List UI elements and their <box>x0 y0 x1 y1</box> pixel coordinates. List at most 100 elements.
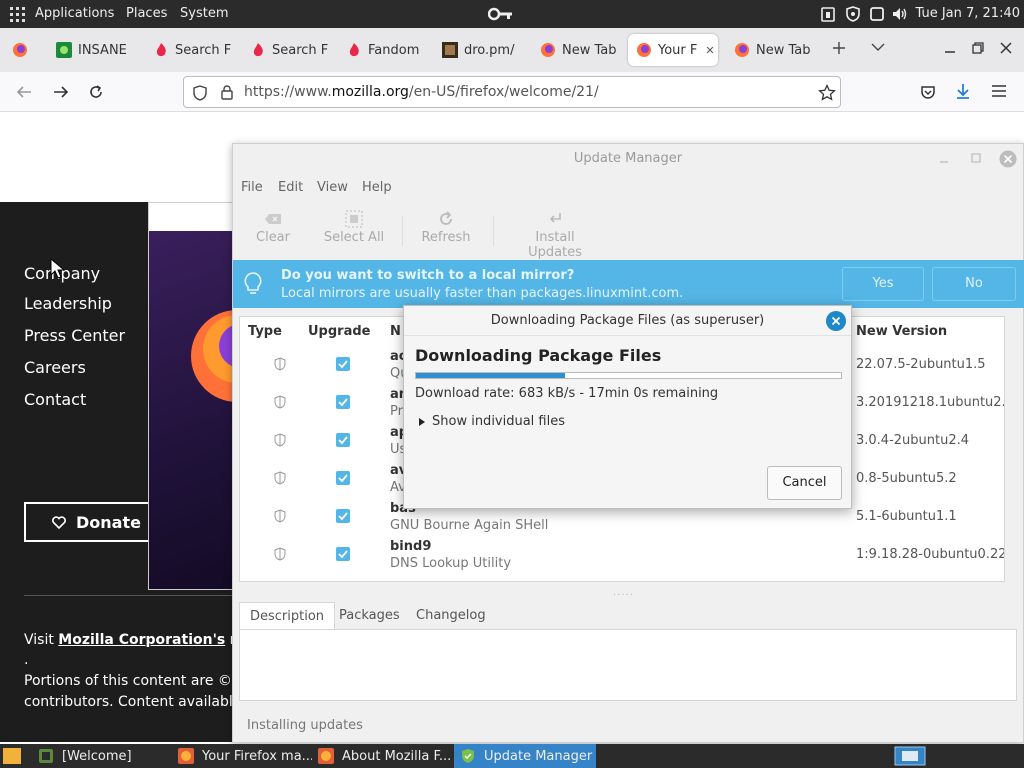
donate-button[interactable]: Donate <box>24 502 154 542</box>
close-icon[interactable] <box>826 311 846 331</box>
chevron-down-icon[interactable] <box>871 42 885 52</box>
cancel-button[interactable]: Cancel <box>767 466 842 500</box>
yes-button[interactable]: Yes <box>842 267 924 301</box>
tracking-shield-icon[interactable] <box>192 85 208 101</box>
url-text[interactable]: https://www.mozilla.org/en-US/firefox/we… <box>244 84 599 100</box>
column-new-version[interactable]: New Version <box>856 317 947 347</box>
refresh-button[interactable]: Refresh <box>417 208 475 245</box>
forward-icon[interactable] <box>52 84 70 100</box>
reload-icon[interactable] <box>88 84 104 100</box>
maximize-icon[interactable] <box>971 153 981 163</box>
bookmark-star-icon[interactable] <box>818 84 836 102</box>
tab-search-1[interactable]: Search F <box>145 34 231 66</box>
menu-edit[interactable]: Edit <box>278 180 303 195</box>
select-all-button[interactable]: Select All <box>319 208 389 245</box>
upgrade-checkbox[interactable] <box>336 433 350 447</box>
pane-splitter-handle[interactable]: ····· <box>613 590 634 601</box>
package-name: bind9 <box>390 539 432 554</box>
package-version: 3.0.4-2ubuntu2.4 <box>856 433 970 448</box>
taskbar-item-update-manager[interactable]: Update Manager <box>454 744 596 768</box>
link-contact[interactable]: Contact <box>24 390 86 409</box>
menu-file[interactable]: File <box>241 180 263 195</box>
tab-packages[interactable]: Packages <box>329 602 410 630</box>
tab-new-2[interactable]: New Tab <box>726 34 816 66</box>
tab-insane[interactable]: INSANE <box>48 34 134 66</box>
package-version: 0.8-5ubuntu5.2 <box>856 471 957 486</box>
close-window-icon[interactable] <box>1000 42 1012 54</box>
key-icon[interactable] <box>488 6 514 22</box>
table-row[interactable]: bind9 DNS Lookup Utility 1:9.18.28-0ubun… <box>240 537 1004 575</box>
clipboard-icon[interactable] <box>820 6 836 22</box>
link-careers[interactable]: Careers <box>24 358 86 377</box>
minimize-icon[interactable] <box>944 42 956 54</box>
window-icon[interactable] <box>869 6 885 22</box>
close-icon[interactable] <box>999 150 1017 168</box>
tab-pinned[interactable] <box>4 34 40 66</box>
taskbar-item-about-mozilla[interactable]: About Mozilla F... <box>310 744 454 768</box>
toolbar-separator <box>493 216 494 246</box>
show-desktop-icon[interactable] <box>2 746 22 766</box>
taskbar-label: Your Firefox ma... <box>202 748 312 764</box>
tab-label: New Tab <box>562 42 617 58</box>
taskbar-item-firefox[interactable]: Your Firefox ma... <box>170 744 312 768</box>
refresh-icon <box>417 208 475 230</box>
tab-search-2[interactable]: Search F <box>242 34 328 66</box>
menu-system[interactable]: System <box>180 0 228 28</box>
tab-dro-pm[interactable]: dro.pm/ <box>434 34 520 66</box>
upgrade-checkbox[interactable] <box>336 395 350 409</box>
hamburger-menu-icon[interactable] <box>992 85 1006 97</box>
download-dialog: Downloading Package Files (as superuser)… <box>403 305 852 509</box>
flame-icon <box>250 42 266 58</box>
infobar-detail: Local mirrors are usually faster than pa… <box>281 286 684 301</box>
link-press-center[interactable]: Press Center <box>24 326 125 345</box>
menu-view[interactable]: View <box>317 180 348 195</box>
clear-label: Clear <box>256 230 290 245</box>
tab-changelog[interactable]: Changelog <box>406 602 496 630</box>
tab-fandom[interactable]: Fandom <box>338 34 424 66</box>
column-upgrade[interactable]: Upgrade <box>308 317 370 347</box>
show-files-expander[interactable]: Show individual files <box>418 414 565 429</box>
restore-icon[interactable] <box>972 42 984 54</box>
taskbar-item-welcome[interactable]: [Welcome] <box>30 744 170 768</box>
menu-places[interactable]: Places <box>126 0 167 28</box>
tab-your-firefox[interactable]: Your F ✕ <box>628 34 718 66</box>
volume-icon[interactable] <box>891 6 909 22</box>
minimize-icon[interactable] <box>939 154 949 164</box>
description-pane <box>239 629 1017 701</box>
upgrade-checkbox[interactable] <box>336 509 350 523</box>
shield-icon[interactable] <box>845 6 861 22</box>
menu-help[interactable]: Help <box>362 180 392 195</box>
upgrade-checkbox[interactable] <box>336 471 350 485</box>
clear-icon <box>247 208 299 230</box>
back-icon[interactable] <box>15 84 33 100</box>
download-icon[interactable] <box>955 83 971 101</box>
workspace-switcher-icon[interactable] <box>894 746 926 766</box>
pocket-icon[interactable] <box>920 84 936 100</box>
no-button[interactable]: No <box>932 267 1016 301</box>
tab-description[interactable]: Description <box>239 602 336 630</box>
new-tab-icon[interactable] <box>831 40 847 56</box>
clock[interactable]: Tue Jan 7, 21:40 <box>915 0 1020 28</box>
firefox-icon <box>734 42 750 58</box>
firefox-icon <box>178 748 194 764</box>
clear-button[interactable]: Clear <box>247 208 299 245</box>
column-type[interactable]: Type <box>248 317 282 347</box>
url-bar[interactable]: https://www.mozilla.org/en-US/firefox/we… <box>183 76 841 108</box>
flame-icon <box>346 42 362 58</box>
close-tab-icon[interactable]: ✕ <box>705 44 714 57</box>
select-all-label: Select All <box>323 230 385 245</box>
tab-label: Search F <box>175 42 231 58</box>
tab-new-1[interactable]: New Tab <box>532 34 618 66</box>
lock-icon[interactable] <box>220 84 234 100</box>
shield-icon <box>274 509 286 523</box>
upgrade-checkbox[interactable] <box>336 357 350 371</box>
upgrade-checkbox[interactable] <box>336 547 350 561</box>
menu-applications[interactable]: Applications <box>35 0 114 28</box>
link-mozilla-corporation[interactable]: Mozilla Corporation's <box>58 632 225 648</box>
link-leadership[interactable]: Leadership <box>24 294 112 313</box>
app-grid-icon[interactable] <box>10 7 26 23</box>
taskbar-label: About Mozilla F... <box>342 748 452 764</box>
column-name[interactable]: N <box>390 317 401 347</box>
install-updates-button[interactable]: Install Updates <box>507 208 603 260</box>
site-icon <box>442 42 458 58</box>
